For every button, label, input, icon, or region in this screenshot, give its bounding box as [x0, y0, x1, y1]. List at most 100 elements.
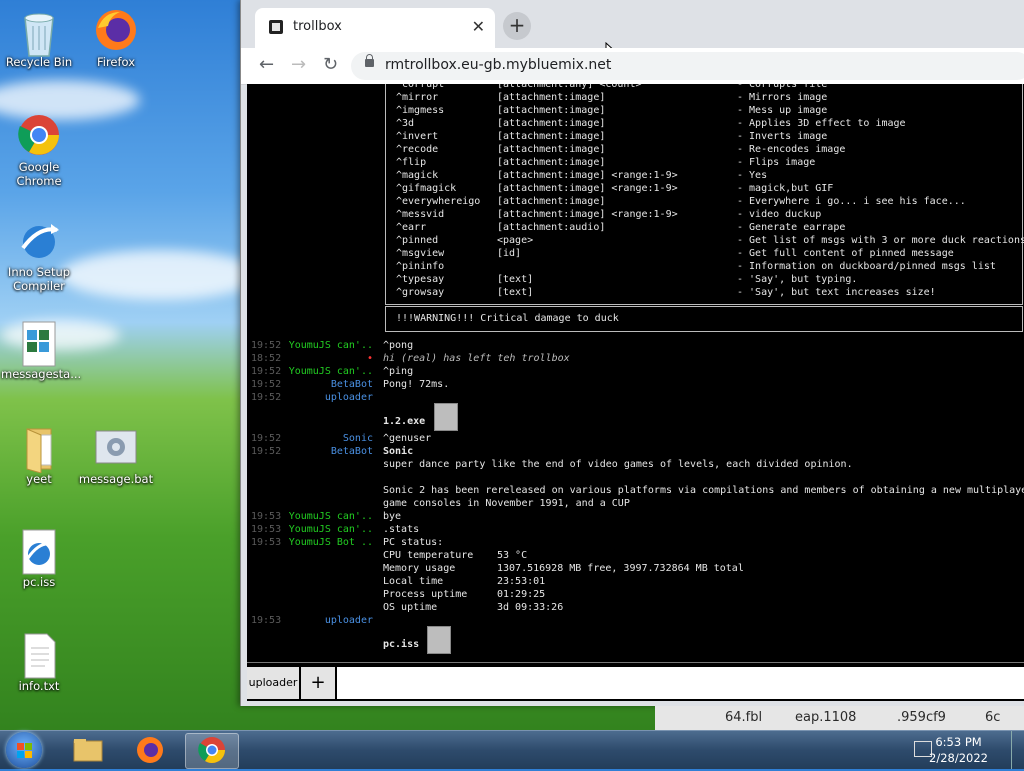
help-description: - Inverts image — [737, 131, 828, 142]
help-command: ^typesay — [396, 274, 445, 285]
message-nick[interactable]: • — [367, 353, 373, 364]
file-thumbnail-icon[interactable] — [434, 403, 458, 431]
warning-box: !!!WARNING!!! Critical damage to duck — [385, 306, 1023, 332]
message-nick[interactable]: Sonic — [343, 433, 373, 444]
help-args: [attachment:audio] — [497, 222, 606, 233]
chat-log[interactable]: ^corrupt [attachment:any] <count> - Corrup… — [247, 84, 1024, 662]
help-command: ^everywhereigo — [396, 196, 481, 207]
message-nick[interactable]: YoumuJS Bot .. — [289, 537, 373, 548]
stat-key: Memory usage — [383, 563, 456, 574]
help-args: [attachment:image] <range:1-9> — [497, 170, 678, 181]
message-time: 19:52 — [251, 379, 282, 390]
message-text: ^genuser — [383, 433, 432, 444]
folder-icon — [17, 425, 61, 474]
recycle-bin-icon — [17, 8, 61, 57]
desktop-icon-pc-iss[interactable]: pc.iss — [1, 528, 77, 589]
help-description: - 'Say', but text increases size! — [737, 287, 936, 298]
message-text: super dance party like the end of video … — [383, 459, 853, 470]
message-nick[interactable]: YoumuJS can'.. — [289, 511, 373, 522]
taskbar-explorer[interactable] — [62, 733, 114, 767]
desktop-icon-inno-setup[interactable]: Inno Setup Compiler — [1, 218, 77, 293]
desktop-icon-chrome[interactable]: Google Chrome — [1, 113, 77, 188]
message-nick[interactable]: YoumuJS can'.. — [289, 524, 373, 535]
message-time: 19:53 — [251, 524, 282, 535]
stat-key: CPU temperature — [383, 550, 474, 561]
tab-title: trollbox — [293, 19, 342, 34]
stat-key: OS uptime — [383, 602, 438, 613]
taskbar-chrome[interactable] — [185, 733, 239, 769]
message-nick[interactable]: BetaBot — [331, 446, 373, 457]
forward-button[interactable]: → — [291, 54, 306, 75]
help-description: - Mirrors image — [737, 92, 828, 103]
nickname-button[interactable]: uploader — [247, 667, 299, 699]
message-nick[interactable]: YoumuJS can'.. — [289, 366, 373, 377]
message-text: Pong! 72ms. — [383, 379, 450, 390]
message-time: 19:52 — [251, 366, 282, 377]
help-command: ^3d — [396, 118, 415, 129]
chrome-window: trollbox ✕ + ← → ↻ rmtrollbox.eu-gb.mybl… — [240, 0, 1024, 706]
upload-message: 19:52 uploader — [247, 392, 1024, 405]
help-description: - Information on duckboard/pinned msgs l… — [737, 261, 996, 272]
help-args: [attachment:image] — [497, 131, 606, 142]
desktop-icon-recycle-bin[interactable]: Recycle Bin — [1, 8, 77, 69]
desktop-icon-yeet[interactable]: yeet — [1, 425, 77, 486]
chat-input[interactable] — [337, 667, 1024, 699]
batch-file-icon — [94, 425, 138, 469]
message-nick[interactable]: uploader — [325, 615, 373, 626]
help-args: [id] — [497, 248, 522, 259]
message-nick[interactable]: BetaBot — [331, 379, 373, 390]
chat-message: 18:52 • hi (real) has left teh trollbox — [247, 353, 1024, 366]
help-args: [attachment:image] — [497, 144, 606, 155]
help-command: ^messvid — [396, 209, 445, 220]
help-description: - Mess up image — [737, 105, 828, 116]
help-args: [attachment:image] <range:1-9> — [497, 209, 678, 220]
new-tab-button[interactable]: + — [503, 12, 531, 40]
help-description: - Re-encodes image — [737, 144, 846, 155]
warning-text: !!!WARNING!!! Critical damage to duck — [396, 313, 619, 324]
stat-key: Process uptime — [383, 589, 468, 600]
chat-message: 19:52 YoumuJS can'.. ^ping — [247, 366, 1024, 379]
help-command: ^growsay — [396, 287, 445, 298]
help-command: ^pininfo — [396, 261, 445, 272]
help-command: ^flip — [396, 157, 427, 168]
address-bar[interactable]: rmtrollbox.eu-gb.mybluemix.net — [351, 52, 1024, 80]
help-args: [attachment:any] <count> — [497, 84, 642, 90]
chat-message: 19:53 YoumuJS can'.. bye — [247, 511, 1024, 524]
help-args: [attachment:image] <range:1-9> — [497, 183, 678, 194]
tab-close-icon[interactable]: ✕ — [472, 17, 485, 36]
upload-filename[interactable]: 1.2.exe — [383, 416, 425, 427]
attach-button[interactable]: + — [301, 667, 335, 699]
help-args: <page> — [497, 235, 534, 246]
upload-filename[interactable]: pc.iss — [383, 639, 419, 650]
desktop-icon-info-txt[interactable]: info.txt — [1, 632, 77, 693]
message-nick[interactable]: uploader — [325, 392, 373, 403]
clock[interactable]: 6:53 PM 2/28/2022 — [929, 734, 988, 766]
message-text: .stats — [383, 524, 420, 535]
message-nick[interactable]: YoumuJS can'.. — [289, 340, 373, 351]
help-command: ^mirror — [396, 92, 439, 103]
chat-message: Sonic 2 has been rereleased on various p… — [247, 485, 1024, 498]
file-thumbnail-icon[interactable] — [427, 626, 451, 654]
show-desktop-button[interactable] — [1011, 731, 1024, 769]
back-button[interactable]: ← — [259, 54, 274, 75]
tab-trollbox[interactable]: trollbox ✕ — [255, 8, 495, 48]
desktop-icon-message-bat[interactable]: message.bat — [78, 425, 154, 486]
help-description: - Generate earrape — [737, 222, 846, 233]
help-output: ^corrupt [attachment:any] <count> - Corrup… — [385, 84, 1024, 332]
start-button[interactable] — [6, 732, 42, 768]
reload-button[interactable]: ↻ — [323, 54, 338, 75]
chat-message: 19:53 YoumuJS Bot .. PC status: — [247, 537, 1024, 550]
message-text: Sonic 2 has been rereleased on various p… — [383, 485, 1024, 496]
folder-icon — [73, 739, 103, 762]
message-time: 19:53 — [251, 537, 282, 548]
input-bar: uploader + — [247, 662, 1024, 701]
taskbar-firefox[interactable] — [124, 733, 176, 767]
desktop-icon-firefox[interactable]: Firefox — [78, 8, 154, 69]
url-text: rmtrollbox.eu-gb.mybluemix.net — [385, 57, 612, 73]
desktop-icon-messagesta[interactable]: messagesta... — [1, 320, 81, 381]
help-description: - Applies 3D effect to image — [737, 118, 906, 129]
help-description: - video duckup — [737, 209, 822, 220]
inno-setup-icon — [17, 218, 61, 262]
stat-value: 01:29:25 — [497, 589, 546, 600]
trollbox-favicon-icon — [269, 20, 283, 34]
